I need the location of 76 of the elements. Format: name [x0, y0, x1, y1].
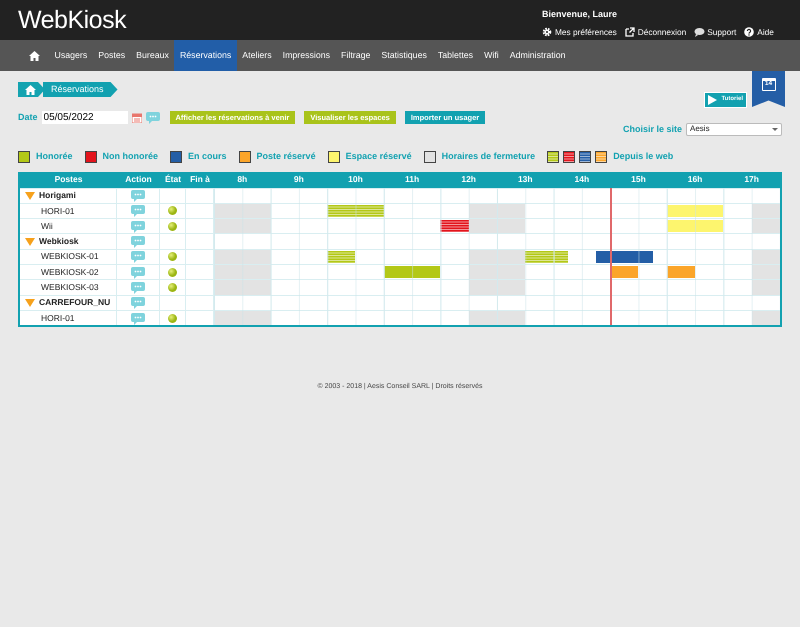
nav-tab[interactable]: Administration [504, 40, 571, 71]
hour-header: 15h [610, 172, 667, 188]
chat-bubble-icon[interactable] [131, 189, 145, 202]
caret-icon [772, 128, 778, 131]
group-name: CARREFOUR_NU [39, 296, 110, 310]
chat-bubble-icon [694, 26, 706, 37]
external-link-icon [624, 26, 636, 37]
reservation-bar[interactable] [440, 220, 469, 232]
nav-tab[interactable]: Filtrage [336, 40, 376, 71]
hour-header: 16h [666, 172, 724, 188]
chat-bubble-icon[interactable] [131, 296, 145, 310]
header-link[interactable]: Déconnexion [624, 26, 686, 38]
site-label: Choisir le site [622, 122, 682, 136]
hour-header: 14h [554, 172, 610, 188]
station-name: WEBKIOSK-03 [41, 281, 99, 294]
date-field[interactable]: 05/05/2022 [42, 111, 128, 124]
legend-label: Horaires de fermeture [442, 150, 536, 163]
nav-tab[interactable]: Réservations [174, 40, 237, 71]
chat-bubble-icon[interactable] [131, 280, 145, 294]
chat-bubble-icon[interactable] [131, 235, 145, 248]
nav-tab[interactable]: Statistiques [376, 40, 432, 71]
reservation-bar[interactable] [596, 250, 653, 263]
column-header: État [160, 172, 186, 188]
station-name: WEBKIOSK-02 [41, 266, 99, 278]
column-header: Action [117, 172, 160, 188]
column-header: Fin à [186, 172, 214, 188]
legend-label: Espace réservé [346, 150, 412, 163]
chat-bubble-icon[interactable] [146, 111, 160, 124]
nav-tab[interactable]: Bureaux [130, 40, 174, 71]
welcome-text: Bienvenue, Laure [542, 8, 618, 21]
expand-arrow-icon[interactable] [25, 192, 35, 200]
play-icon [708, 95, 718, 105]
nav-tab[interactable]: Wifi [478, 40, 504, 71]
help-icon [744, 26, 756, 37]
hour-header: 11h [384, 172, 440, 188]
chat-bubble-icon[interactable] [131, 220, 145, 233]
legend-label: En cours [188, 150, 227, 163]
header-link[interactable]: Mes préférences [542, 26, 617, 38]
group-name: Webkiosk [39, 235, 79, 248]
legend-label: Honorée [36, 150, 73, 163]
station-name: HORI-01 [41, 312, 75, 324]
expand-arrow-icon[interactable] [25, 238, 35, 246]
chat-bubble-icon[interactable] [131, 204, 145, 218]
chat-bubble-icon[interactable] [131, 266, 145, 279]
station-name: Wii [41, 220, 53, 233]
chat-bubble-icon[interactable] [131, 312, 145, 325]
date-label: Date [18, 111, 38, 124]
nav-tab[interactable]: Impressions [277, 40, 336, 71]
hour-header: 13h [496, 172, 554, 188]
reservation-bar[interactable] [610, 266, 638, 278]
expand-arrow-icon[interactable] [25, 298, 35, 307]
calendar-icon[interactable] [132, 112, 142, 123]
hour-header: 17h [723, 172, 780, 188]
group-name: Horigami [39, 189, 76, 202]
nav-tab[interactable]: Tablettes [432, 40, 479, 71]
hour-header: 10h [327, 172, 384, 188]
nav-tab[interactable]: Ateliers [236, 40, 278, 71]
logo[interactable]: WebKiosk [18, 0, 126, 40]
nav-tab[interactable]: Postes [92, 40, 131, 71]
header-link[interactable]: Aide [744, 26, 774, 38]
station-name: HORI-01 [41, 204, 75, 218]
station-name: WEBKIOSK-01 [41, 250, 99, 264]
hour-header: 9h [270, 172, 328, 188]
home-icon[interactable] [29, 50, 40, 60]
legend-label: Depuis le web [613, 150, 674, 163]
header-link[interactable]: Support [694, 26, 736, 38]
chat-bubble-icon[interactable] [131, 250, 145, 264]
nav-tab[interactable]: Usagers [49, 40, 93, 71]
hour-header: 12h [440, 172, 497, 188]
legend-label: Non honorée [102, 150, 158, 163]
breadcrumb-home[interactable] [18, 82, 45, 97]
hour-header: 8h [214, 172, 271, 188]
column-header: Postes [20, 172, 117, 188]
legend-label: Poste réservé [256, 150, 316, 163]
settings-icon [542, 26, 553, 37]
site-select[interactable]: Aesis [686, 122, 782, 136]
